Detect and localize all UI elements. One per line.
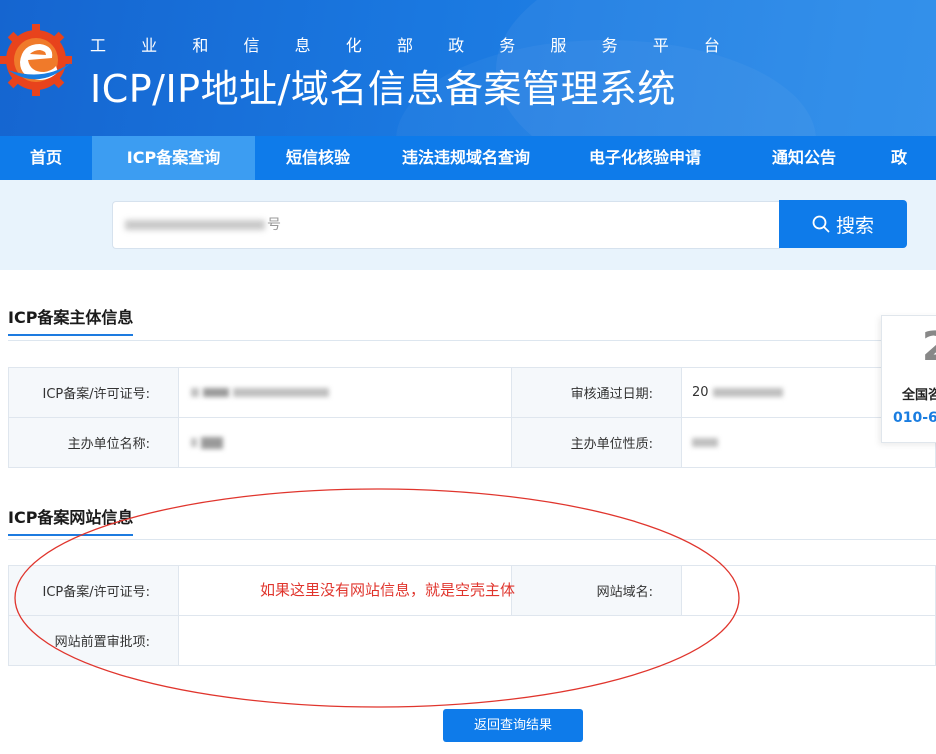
- redacted-text: [201, 436, 224, 449]
- subject-info-table: ICP备案/许可证号: 审核通过日期: 20 主办单位名称: 主办单位性质:: [8, 367, 936, 468]
- table-label: ICP备案/许可证号:: [8, 367, 179, 418]
- site-header: 工 业 和 信 息 化 部 政 务 服 务 平 台 ICP/IP地址/域名信息备案管理系统: [0, 0, 936, 136]
- ministry-subtitle: 工业和信息化部政务服务平台: [90, 32, 720, 55]
- subject-section-title-text: ICP备案主体信息: [8, 308, 134, 327]
- main-nav: 首页 ICP备案查询 短信核验 违法违规域名查询 电子化核验申请 通知公告政: [0, 136, 936, 180]
- consult-phone: 010-60: [893, 410, 936, 426]
- consult-float-card[interactable]: 2 全国咨 010-60: [881, 315, 936, 443]
- subtitle-char: 台: [703, 36, 720, 55]
- organizer-name-value: [178, 417, 512, 468]
- search-button-label: 搜索: [835, 214, 874, 237]
- subtitle-char: 部: [396, 36, 413, 55]
- redacted-text: [712, 388, 783, 397]
- back-to-results-button[interactable]: 返回查询结果: [443, 709, 583, 742]
- table-label: 主办单位名称:: [8, 417, 179, 468]
- subtitle-char: 化: [345, 36, 362, 55]
- section-divider: [8, 340, 936, 341]
- pre-approval-value: [178, 615, 936, 666]
- license-number-value: [178, 367, 512, 418]
- consult-icon: 2: [922, 324, 936, 370]
- redacted-text: [233, 388, 330, 397]
- subtitle-char: 务: [601, 36, 618, 55]
- subtitle-char: 平: [652, 36, 669, 55]
- subtitle-char: 信: [243, 36, 260, 55]
- search-icon: [812, 215, 830, 233]
- table-label: 主办单位性质:: [511, 417, 682, 468]
- table-row: 网站前置审批项:: [8, 615, 936, 666]
- subtitle-char: 服: [550, 36, 567, 55]
- subject-section-title: ICP备案主体信息: [8, 304, 134, 336]
- table-label: 网站域名:: [511, 565, 682, 616]
- table-label: 审核通过日期:: [511, 367, 682, 418]
- nav-item[interactable]: ICP备案查询: [92, 136, 255, 180]
- nav-item[interactable]: 短信核验: [255, 136, 381, 180]
- nav-item[interactable]: 通知公告: [739, 136, 869, 180]
- table-label: 网站前置审批项:: [8, 615, 179, 666]
- subtitle-char: 政: [448, 36, 465, 55]
- nav-item[interactable]: 政: [869, 136, 929, 180]
- table-label: ICP备案/许可证号:: [8, 565, 179, 616]
- title-underline: [8, 334, 134, 336]
- date-visible-part: 20: [692, 385, 709, 400]
- nav-item[interactable]: 违法违规域名查询: [381, 136, 551, 180]
- subtitle-char: 息: [294, 36, 311, 55]
- subtitle-char: 务: [499, 36, 516, 55]
- table-row: 主办单位名称: 主办单位性质:: [8, 417, 936, 468]
- website-section-title-text: ICP备案网站信息: [8, 508, 134, 527]
- search-input[interactable]: 号: [112, 201, 780, 249]
- table-row: ICP备案/许可证号: 审核通过日期: 20: [8, 367, 936, 418]
- redacted-text: [191, 438, 197, 447]
- miit-logo-icon[interactable]: [0, 22, 76, 98]
- subtitle-char: 工: [90, 36, 107, 55]
- nav-item[interactable]: 电子化核验申请: [551, 136, 739, 180]
- consult-label: 全国咨: [902, 388, 936, 403]
- redacted-text: [191, 388, 199, 397]
- redacted-text: [125, 220, 265, 230]
- website-section-title: ICP备案网站信息: [8, 504, 134, 536]
- nav-item[interactable]: 首页: [0, 136, 92, 180]
- search-placeholder-tail: 号: [267, 217, 281, 233]
- subtitle-char: 和: [192, 36, 209, 55]
- system-title: ICP/IP地址/域名信息备案管理系统: [90, 67, 676, 111]
- website-domain-value: [681, 565, 936, 616]
- section-divider: [8, 539, 936, 540]
- subtitle-char: 业: [141, 36, 158, 55]
- annotation-text: 如果这里没有网站信息，就是空壳主体: [260, 581, 516, 599]
- redacted-text: [203, 388, 230, 397]
- search-button[interactable]: 搜索: [779, 200, 907, 248]
- title-underline: [8, 534, 134, 536]
- redacted-text: [692, 438, 718, 447]
